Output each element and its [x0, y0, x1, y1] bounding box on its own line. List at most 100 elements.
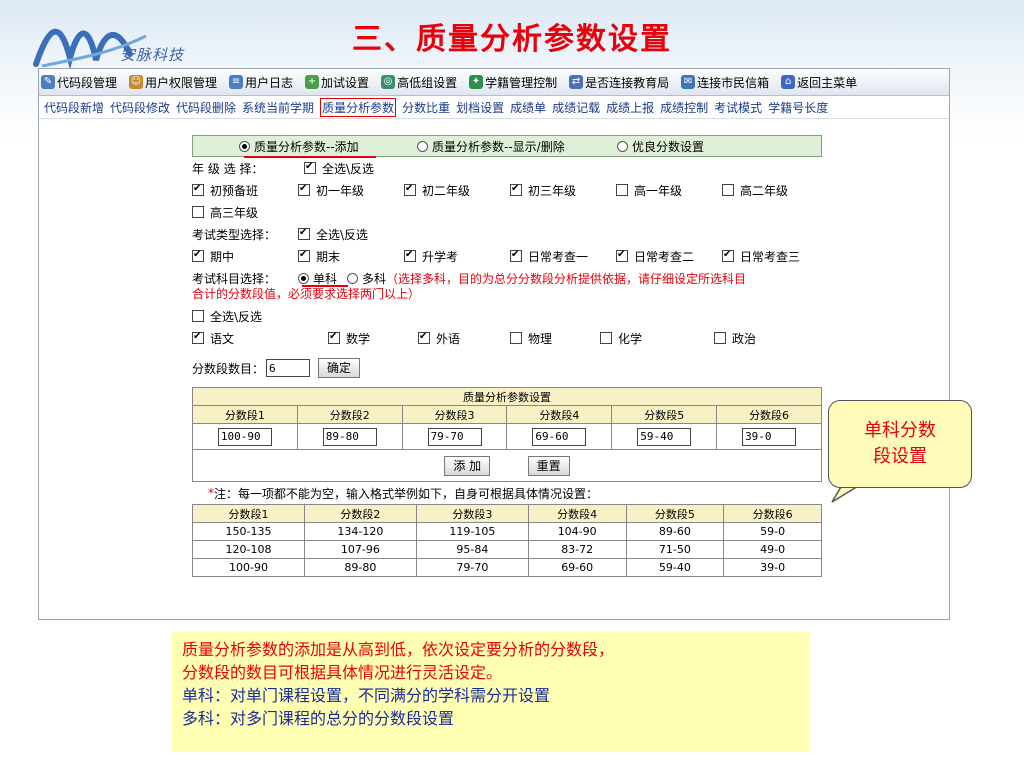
- submenu-item[interactable]: 成绩记载: [552, 99, 600, 116]
- add-button[interactable]: 添 加: [444, 455, 491, 476]
- example-cell: 71-50: [625, 540, 725, 559]
- param-table-title: 质量分析参数设置: [192, 387, 822, 406]
- subject-checkbox[interactable]: 数学: [328, 330, 418, 347]
- grade-items-row-2: 高三年级: [192, 201, 822, 223]
- radio-icon: [298, 272, 309, 284]
- example-header: 分数段4: [527, 504, 627, 523]
- reset-button[interactable]: 重置: [527, 455, 570, 476]
- mode-tabbar: 质量分析参数--添加 质量分析参数--显示/删除 优良分数设置: [192, 135, 822, 157]
- example-cell: 83-72: [527, 540, 627, 559]
- checkbox-icon: [192, 332, 204, 344]
- segment-input[interactable]: [217, 427, 272, 446]
- subject-checkbox[interactable]: 物理: [510, 330, 600, 347]
- app-window: ✎ 代码段管理 ☺ 用户权限管理 ≡ 用户日志 + 加试设置 ◎ 高低组设置 ✦ 学籍管理控…: [38, 68, 950, 620]
- subject-select-all-row: 全选\反选: [192, 305, 822, 327]
- exam-type-checkbox[interactable]: 日常考查三: [722, 248, 800, 265]
- segment-count-row: 分数段数目： 确定: [192, 353, 822, 383]
- grade-checkbox[interactable]: 初一年级: [298, 182, 404, 199]
- subject-select-all[interactable]: 全选\反选: [192, 308, 262, 325]
- checkbox-icon: [722, 184, 734, 196]
- grade-checkbox[interactable]: 高一年级: [616, 182, 722, 199]
- segment-count-input[interactable]: [266, 359, 311, 377]
- menu-item-user-permissions[interactable]: ☺ 用户权限管理: [129, 74, 217, 91]
- example-cell: 89-60: [625, 522, 725, 541]
- single-underline: [302, 285, 348, 287]
- menu-item-citizen-mailbox[interactable]: ✉ 连接市民信箱: [681, 74, 769, 91]
- mail-icon: ✉: [681, 75, 696, 89]
- exam-type-checkbox[interactable]: 期中: [192, 248, 298, 265]
- segment-input[interactable]: [637, 427, 692, 446]
- param-header: 分数段4: [506, 405, 613, 424]
- param-header: 分数段2: [296, 405, 403, 424]
- submenu-item[interactable]: 成绩控制: [660, 99, 708, 116]
- exam-type-select-all[interactable]: 全选\反选: [298, 226, 368, 243]
- tab-display-delete[interactable]: 质量分析参数--显示/删除: [417, 138, 617, 155]
- subject-mode-multi[interactable]: 多科: [347, 270, 386, 287]
- checkbox-icon: [192, 206, 204, 218]
- param-header: 分数段1: [192, 405, 298, 424]
- segment-count-label: 分数段数目：: [192, 361, 265, 376]
- table-row: 150-135 134-120 119-105 104-90 89-60 59-…: [192, 522, 822, 541]
- submenu-item-quality-analysis[interactable]: 质量分析参数: [320, 97, 397, 117]
- grade-checkbox[interactable]: 初二年级: [404, 182, 510, 199]
- submenu-item[interactable]: 成绩单: [510, 99, 546, 116]
- menu-item-extra-exam[interactable]: + 加试设置: [305, 74, 369, 91]
- example-cell: 119-105: [415, 522, 529, 541]
- subject-checkbox[interactable]: 语文: [192, 330, 328, 347]
- param-cell: [506, 423, 613, 450]
- grade-checkbox[interactable]: 初预备班: [192, 182, 298, 199]
- menu-item-code-segment[interactable]: ✎ 代码段管理: [41, 74, 117, 91]
- segment-input[interactable]: [532, 427, 587, 446]
- submenu-item[interactable]: 考试模式: [714, 99, 762, 116]
- description-line: 质量分析参数的添加是从高到低，依次设定要分析的分数段，: [182, 640, 615, 659]
- subject-mode-single[interactable]: 单科: [298, 270, 337, 287]
- group-icon: ◎: [381, 75, 396, 89]
- segment-input[interactable]: [427, 427, 482, 446]
- log-icon: ≡: [229, 75, 244, 89]
- submenu-item[interactable]: 分数比重: [402, 99, 450, 116]
- checkbox-icon: [418, 332, 430, 344]
- example-cell: 39-0: [723, 558, 822, 577]
- param-cell: [716, 423, 822, 450]
- record-icon: ✦: [469, 75, 484, 89]
- submenu-item[interactable]: 成绩上报: [606, 99, 654, 116]
- subject-checkbox[interactable]: 外语: [418, 330, 510, 347]
- exam-type-checkbox[interactable]: 升学考: [404, 248, 510, 265]
- example-cell: 134-120: [303, 522, 417, 541]
- radio-icon: [417, 140, 428, 152]
- grade-select-all[interactable]: 全选\反选: [304, 160, 374, 177]
- tab-add[interactable]: 质量分析参数--添加: [239, 138, 417, 155]
- menu-item-group-settings[interactable]: ◎ 高低组设置: [381, 74, 457, 91]
- checkbox-icon: [298, 250, 310, 262]
- menu-item-student-records[interactable]: ✦ 学籍管理控制: [469, 74, 557, 91]
- segment-input[interactable]: [322, 427, 377, 446]
- exam-type-checkbox[interactable]: 期末: [298, 248, 404, 265]
- menu-item-connect-bureau[interactable]: ⇄ 是否连接教育局: [569, 74, 669, 91]
- subject-checkbox[interactable]: 化学: [600, 330, 714, 347]
- menu-item-user-log[interactable]: ≡ 用户日志: [229, 74, 293, 91]
- confirm-button[interactable]: 确定: [318, 358, 361, 378]
- description-line: 分数段的数目可根据具体情况进行灵活设定。: [182, 663, 503, 682]
- checkbox-icon: [722, 250, 734, 262]
- grade-row: 年 级 选 择： 全选\反选: [192, 157, 822, 179]
- description-line: 多科：对多门课程的总分的分数段设置: [182, 709, 455, 728]
- tab-excellent-score[interactable]: 优良分数设置: [617, 138, 704, 155]
- subject-checkbox[interactable]: 政治: [714, 330, 756, 347]
- grade-checkbox[interactable]: 高三年级: [192, 204, 258, 221]
- exam-type-checkbox[interactable]: 日常考查二: [616, 248, 722, 265]
- submenu-item[interactable]: 代码段删除: [176, 99, 236, 116]
- checkbox-icon: [510, 332, 522, 344]
- submenu-item[interactable]: 划档设置: [456, 99, 504, 116]
- exam-type-checkbox[interactable]: 日常考查一: [510, 248, 616, 265]
- menu-item-return-main[interactable]: ⌂ 返回主菜单: [781, 74, 857, 91]
- checkbox-icon: [616, 250, 628, 262]
- submenu-item[interactable]: 学籍号长度: [768, 99, 828, 116]
- segment-input[interactable]: [742, 427, 797, 446]
- submenu-item[interactable]: 代码段修改: [110, 99, 170, 116]
- submenu-item[interactable]: 代码段新增: [44, 99, 104, 116]
- grade-checkbox[interactable]: 初三年级: [510, 182, 616, 199]
- grade-checkbox[interactable]: 高二年级: [722, 182, 788, 199]
- param-header: 分数段3: [401, 405, 508, 424]
- segment-param-table: 质量分析参数设置 分数段1 分数段2 分数段3 分数段4 分数段5 分数段6 添…: [192, 387, 822, 482]
- submenu-item[interactable]: 系统当前学期: [242, 99, 314, 116]
